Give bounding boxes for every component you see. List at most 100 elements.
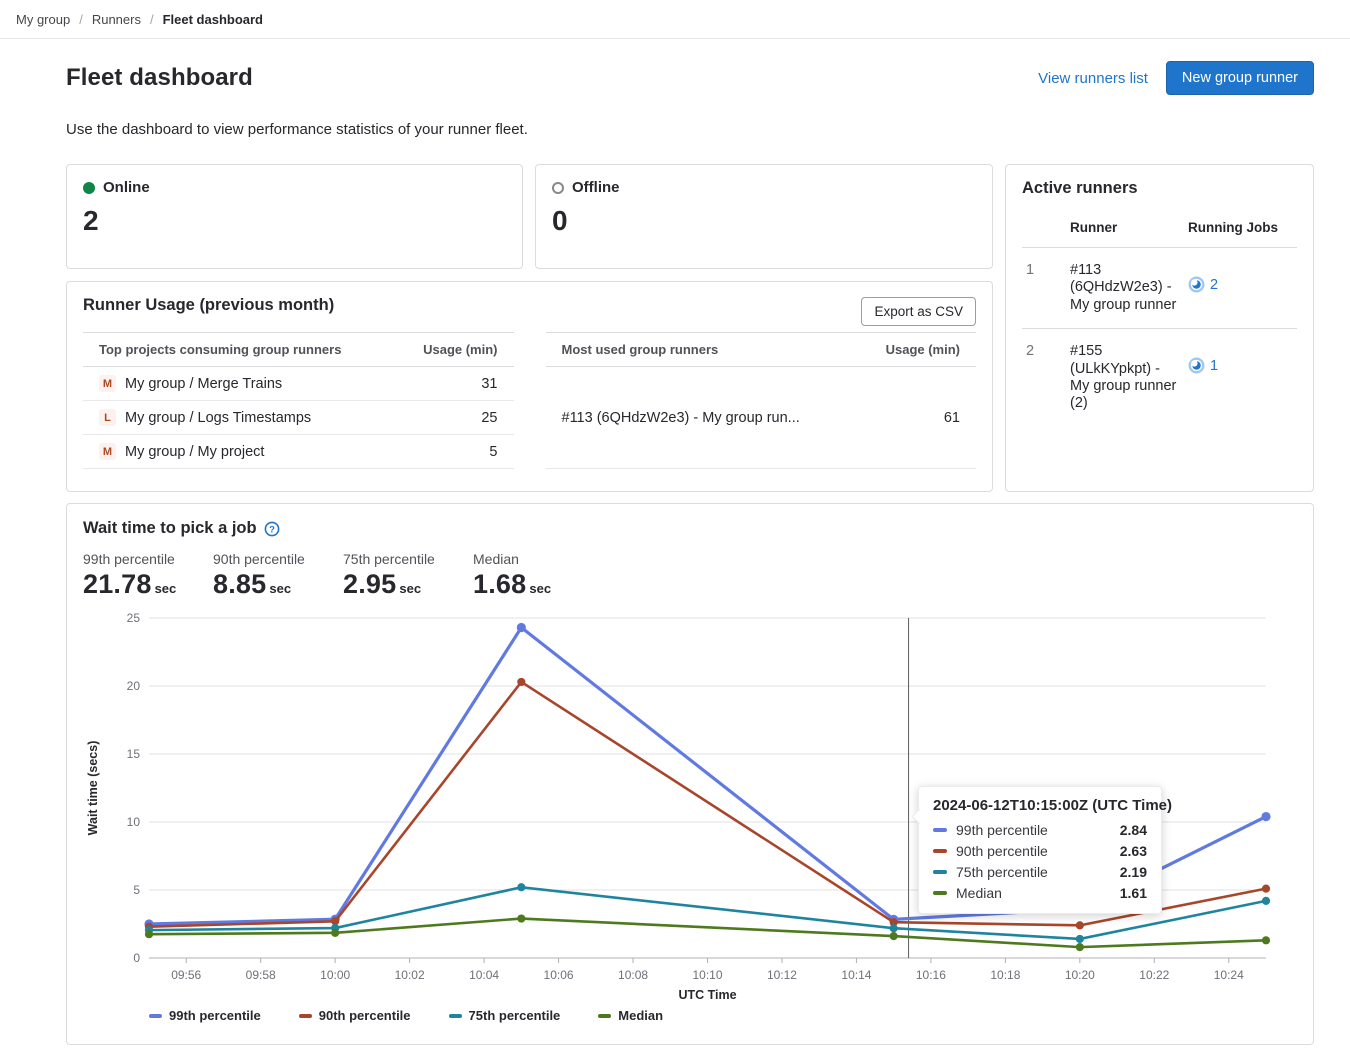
- breadcrumb-separator: /: [79, 12, 83, 27]
- export-csv-button[interactable]: Export as CSV: [861, 297, 976, 326]
- project-avatar: M: [99, 443, 116, 460]
- svg-text:UTC Time: UTC Time: [678, 988, 736, 1002]
- dashboard-description: Use the dashboard to view performance st…: [66, 121, 1314, 138]
- stat-unit: sec: [155, 581, 177, 596]
- legend-item-90th[interactable]: 90th percentile: [299, 1008, 411, 1023]
- svg-text:10:12: 10:12: [767, 968, 797, 982]
- chart-legend: 99th percentile 90th percentile 75th per…: [83, 1008, 1297, 1023]
- runner-usage-title: Runner Usage (previous month): [83, 296, 976, 315]
- series-dash-icon: [149, 1014, 162, 1018]
- online-label: Online: [103, 179, 150, 196]
- svg-text:10:06: 10:06: [544, 968, 574, 982]
- tooltip-title: 2024-06-12T10:15:00Z (UTC Time): [933, 797, 1147, 814]
- svg-text:09:56: 09:56: [171, 968, 201, 982]
- breadcrumb-my-group[interactable]: My group: [16, 12, 70, 27]
- wait-time-title: Wait time to pick a job: [83, 519, 257, 538]
- wait-time-stats: 99th percentile 21.78sec 90th percentile…: [83, 551, 1297, 600]
- stat-value: 21.78: [83, 569, 152, 599]
- legend-item-75th[interactable]: 75th percentile: [449, 1008, 561, 1023]
- view-runners-list-link[interactable]: View runners list: [1038, 70, 1148, 87]
- active-runners-runner-header: Runner: [1066, 212, 1184, 248]
- active-runner-row: 2 #155 (ULkKYpkpt) - My group runner (2)…: [1022, 329, 1297, 427]
- breadcrumb: My group / Runners / Fleet dashboard: [0, 0, 1350, 39]
- runner-name: #155 (ULkKYpkpt) - My group runner (2): [1066, 329, 1184, 427]
- running-jobs-link[interactable]: 2: [1188, 276, 1293, 293]
- stat-99th-percentile: 99th percentile 21.78sec: [83, 551, 183, 600]
- runner-rank: 1: [1022, 248, 1066, 329]
- project-name: My group / Logs Timestamps: [125, 410, 311, 426]
- page-title: Fleet dashboard: [66, 64, 253, 92]
- series-dash-icon: [449, 1014, 462, 1018]
- breadcrumb-fleet-dashboard: Fleet dashboard: [163, 12, 263, 27]
- offline-count: 0: [552, 205, 976, 237]
- wait-time-chart: 051015202509:5609:5810:0010:0210:0410:06…: [83, 606, 1297, 1006]
- series-dash-icon: [933, 891, 947, 895]
- breadcrumb-separator: /: [150, 12, 154, 27]
- running-jobs-count: 2: [1210, 277, 1218, 293]
- svg-text:10:18: 10:18: [990, 968, 1020, 982]
- breadcrumb-runners[interactable]: Runners: [92, 12, 141, 27]
- tooltip-row: 75th percentile 2.19: [933, 864, 1147, 880]
- project-usage-minutes: 25: [393, 401, 513, 435]
- project-usage-row: M My group / My project 5: [83, 435, 514, 469]
- project-avatar: L: [99, 409, 116, 426]
- running-jobs-count: 1: [1210, 358, 1218, 374]
- svg-text:10:02: 10:02: [395, 968, 425, 982]
- stat-value: 2.95: [343, 569, 396, 599]
- tooltip-row: 90th percentile 2.63: [933, 843, 1147, 859]
- project-usage-minutes: 5: [393, 435, 513, 469]
- stat-unit: sec: [529, 581, 551, 596]
- online-runners-card: Online 2: [66, 164, 523, 269]
- active-runners-title: Active runners: [1022, 179, 1297, 198]
- series-dash-icon: [299, 1014, 312, 1018]
- stat-value: 8.85: [213, 569, 266, 599]
- tooltip-row: Median 1.61: [933, 885, 1147, 901]
- project-name: My group / Merge Trains: [125, 376, 282, 392]
- running-jobs-link[interactable]: 1: [1188, 357, 1293, 374]
- chart-tooltip: 2024-06-12T10:15:00Z (UTC Time) 99th per…: [918, 786, 1162, 914]
- project-usage-row: L My group / Logs Timestamps 25: [83, 401, 514, 435]
- stat-unit: sec: [269, 581, 291, 596]
- svg-text:10: 10: [127, 815, 141, 829]
- stat-90th-percentile: 90th percentile 8.85sec: [213, 551, 313, 600]
- stat-median: Median 1.68sec: [473, 551, 573, 600]
- offline-label: Offline: [572, 179, 620, 196]
- online-count: 2: [83, 205, 506, 237]
- active-runners-index-header: [1022, 212, 1066, 248]
- series-dash-icon: [933, 849, 947, 853]
- svg-text:Wait time (secs): Wait time (secs): [86, 741, 100, 836]
- svg-text:25: 25: [127, 611, 141, 625]
- offline-status-icon: [552, 182, 564, 194]
- svg-text:20: 20: [127, 679, 141, 693]
- active-runner-row: 1 #113 (6QHdzW2e3) - My group runner 2: [1022, 248, 1297, 329]
- svg-text:?: ?: [269, 524, 275, 535]
- offline-runners-card: Offline 0: [535, 164, 993, 269]
- svg-text:5: 5: [133, 883, 140, 897]
- stat-unit: sec: [399, 581, 421, 596]
- most-used-runners-header: Most used group runners: [546, 333, 855, 367]
- svg-text:10:24: 10:24: [1214, 968, 1244, 982]
- series-dash-icon: [598, 1014, 611, 1018]
- runner-usage-minutes: 61: [854, 367, 976, 469]
- running-status-icon: [1188, 276, 1205, 293]
- legend-item-99th[interactable]: 99th percentile: [149, 1008, 261, 1023]
- svg-text:10:22: 10:22: [1139, 968, 1169, 982]
- new-group-runner-button[interactable]: New group runner: [1166, 61, 1314, 95]
- svg-text:10:16: 10:16: [916, 968, 946, 982]
- svg-text:15: 15: [127, 747, 141, 761]
- svg-text:09:58: 09:58: [246, 968, 276, 982]
- runner-usage-card: Runner Usage (previous month) Export as …: [66, 281, 993, 492]
- active-runners-jobs-header: Running Jobs: [1184, 212, 1297, 248]
- help-icon[interactable]: ?: [264, 521, 280, 537]
- runner-usage-row: #113 (6QHdzW2e3) - My group run... 61: [546, 367, 977, 469]
- active-runners-card: Active runners Runner Running Jobs 1 #11…: [1005, 164, 1314, 492]
- project-usage-row: M My group / Merge Trains 31: [83, 367, 514, 401]
- project-name: My group / My project: [125, 444, 264, 460]
- runner-rank: 2: [1022, 329, 1066, 427]
- series-dash-icon: [933, 870, 947, 874]
- svg-text:10:08: 10:08: [618, 968, 648, 982]
- legend-item-median[interactable]: Median: [598, 1008, 663, 1023]
- online-status-icon: [83, 182, 95, 194]
- project-avatar: M: [99, 375, 116, 392]
- svg-text:10:20: 10:20: [1065, 968, 1095, 982]
